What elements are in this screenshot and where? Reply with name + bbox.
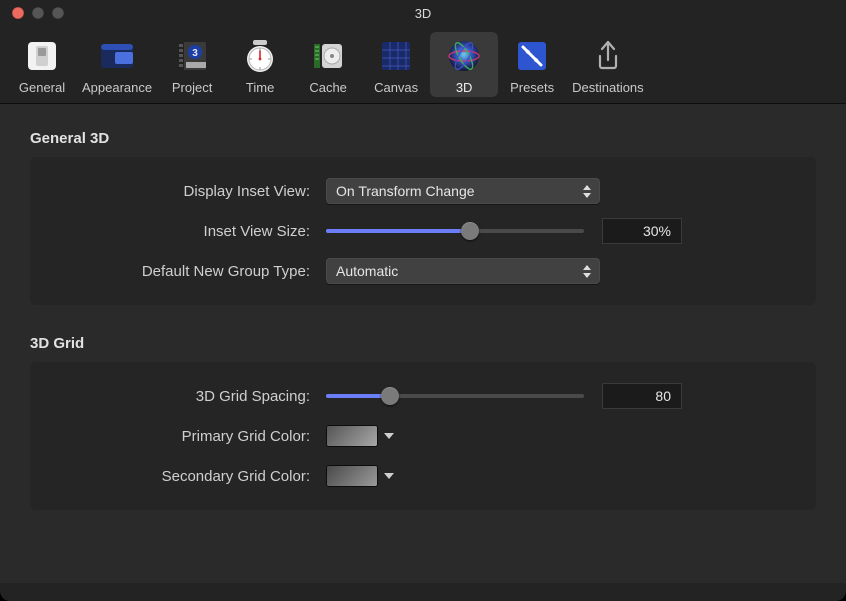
- label-default-new-group-type: Default New Group Type:: [50, 263, 326, 280]
- swatch: [327, 466, 377, 486]
- window-controls: [0, 7, 64, 19]
- dropdown-default-new-group-type[interactable]: Automatic: [326, 258, 600, 284]
- general-icon: [22, 36, 62, 76]
- swatch: [327, 426, 377, 446]
- tab-label: Cache: [309, 80, 347, 95]
- dropdown-display-inset-view[interactable]: On Transform Change: [326, 178, 600, 204]
- tab-destinations[interactable]: Destinations: [566, 32, 650, 97]
- tab-label: Time: [246, 80, 274, 95]
- slider-thumb[interactable]: [381, 387, 399, 405]
- row-3d-grid-spacing: 3D Grid Spacing: 80: [50, 376, 796, 416]
- input-value: 80: [655, 388, 671, 404]
- colorwell-disclosure[interactable]: [382, 429, 396, 443]
- tab-appearance[interactable]: Appearance: [76, 32, 158, 97]
- slider-inset-view-size[interactable]: [326, 221, 584, 241]
- appearance-icon: [97, 36, 137, 76]
- preferences-pane-3d: General 3D Display Inset View: On Transf…: [0, 104, 846, 583]
- tab-label: Presets: [510, 80, 554, 95]
- section-title-3d-grid: 3D Grid: [30, 335, 816, 352]
- time-icon: [240, 36, 280, 76]
- titlebar: 3D: [0, 0, 846, 26]
- row-secondary-grid-color: Secondary Grid Color:: [50, 456, 796, 496]
- tab-canvas[interactable]: Canvas: [362, 32, 430, 97]
- label-inset-view-size: Inset View Size:: [50, 223, 326, 240]
- input-value: 30%: [643, 223, 671, 239]
- tab-3d[interactable]: 3D: [430, 32, 498, 97]
- slider-3d-grid-spacing[interactable]: [326, 386, 584, 406]
- section-title-general-3d: General 3D: [30, 130, 816, 147]
- stepper-icon: [580, 262, 594, 280]
- label-3d-grid-spacing: 3D Grid Spacing:: [50, 388, 326, 405]
- slider-fill: [326, 229, 470, 233]
- dropdown-value: On Transform Change: [336, 183, 580, 199]
- tab-time[interactable]: Time: [226, 32, 294, 97]
- stepper-icon: [580, 182, 594, 200]
- tab-label: Appearance: [82, 80, 152, 95]
- tab-general[interactable]: General: [8, 32, 76, 97]
- label-primary-grid-color: Primary Grid Color:: [50, 428, 326, 445]
- preferences-toolbar: General Appearance 3 Project: [0, 26, 846, 104]
- label-display-inset-view: Display Inset View:: [50, 183, 326, 200]
- tab-presets[interactable]: Presets: [498, 32, 566, 97]
- section-general-3d: Display Inset View: On Transform Change …: [30, 157, 816, 305]
- tab-project[interactable]: 3 Project: [158, 32, 226, 97]
- row-inset-view-size: Inset View Size: 30%: [50, 211, 796, 251]
- colorwell-disclosure[interactable]: [382, 469, 396, 483]
- window-title: 3D: [0, 6, 846, 21]
- cache-icon: [308, 36, 348, 76]
- window-minimize-button[interactable]: [32, 7, 44, 19]
- dropdown-value: Automatic: [336, 263, 580, 279]
- svg-text:3: 3: [192, 48, 198, 59]
- tab-label: Canvas: [374, 80, 418, 95]
- label-secondary-grid-color: Secondary Grid Color:: [50, 468, 326, 485]
- row-primary-grid-color: Primary Grid Color:: [50, 416, 796, 456]
- colorwell-primary-grid[interactable]: [326, 425, 378, 447]
- tab-label: Destinations: [572, 80, 644, 95]
- row-default-new-group-type: Default New Group Type: Automatic: [50, 251, 796, 291]
- input-3d-grid-spacing[interactable]: 80: [602, 383, 682, 409]
- 3d-icon: [444, 36, 484, 76]
- canvas-icon: [376, 36, 416, 76]
- destinations-icon: [588, 36, 628, 76]
- project-icon: 3: [172, 36, 212, 76]
- tab-cache[interactable]: Cache: [294, 32, 362, 97]
- window-close-button[interactable]: [12, 7, 24, 19]
- tab-label: 3D: [456, 80, 473, 95]
- input-inset-view-size[interactable]: 30%: [602, 218, 682, 244]
- tab-label: General: [19, 80, 65, 95]
- window-zoom-button[interactable]: [52, 7, 64, 19]
- slider-thumb[interactable]: [461, 222, 479, 240]
- row-display-inset-view: Display Inset View: On Transform Change: [50, 171, 796, 211]
- tab-label: Project: [172, 80, 212, 95]
- colorwell-secondary-grid[interactable]: [326, 465, 378, 487]
- section-3d-grid: 3D Grid Spacing: 80 Primary Grid Color:: [30, 362, 816, 510]
- presets-icon: [512, 36, 552, 76]
